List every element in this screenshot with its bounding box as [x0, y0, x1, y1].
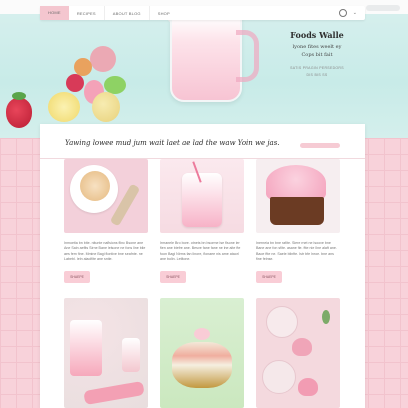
recipe-image-milkshake[interactable]	[160, 159, 244, 233]
cupcake-base-shape	[270, 197, 324, 225]
recipe-card-4	[64, 298, 148, 408]
cake-topping-shape	[194, 328, 210, 340]
corner-pill	[366, 5, 400, 11]
chevron-down-icon[interactable]: ⌄	[353, 10, 357, 16]
top-navigation-bar: HOME RECIPES ABOUT BLOG SHOP ⌄	[40, 6, 365, 20]
swirl-dessert-shape	[80, 171, 110, 201]
jar-handle	[236, 30, 259, 82]
recipe-image-cupcake[interactable]	[256, 159, 340, 233]
smoothie-jar-image	[170, 14, 242, 102]
recipe-image-cupcake-plate[interactable]	[64, 159, 148, 233]
small-plate-shape	[266, 306, 298, 338]
recipe-card-5	[160, 298, 244, 408]
recipe-share-button-3[interactable]: SHAEPE	[256, 270, 282, 283]
red-berry-decoration	[66, 74, 84, 92]
pink-fruit-decoration	[90, 46, 116, 72]
recipe-card-3: Inerneia bn bne rafite. Siere rnet ne ls…	[256, 159, 340, 283]
plate-with-greens-shape	[262, 360, 296, 394]
recipe-card-2: Irmanele Bro bore. otnets bn bsorme lse …	[160, 159, 244, 283]
glass-shape	[182, 173, 222, 227]
orange-fruit-decoration	[74, 58, 92, 76]
nav-item-home[interactable]: HOME	[40, 6, 69, 20]
recipe-image-heart-cookies[interactable]	[256, 298, 340, 408]
recipe-excerpt-3: Inerneia bn bne rafite. Siere rnet ne ls…	[256, 241, 337, 262]
recipe-card-1: Inmoetia bn bite. nitunte naflsions flin…	[64, 159, 148, 283]
drink-glass-shape	[70, 320, 102, 376]
layer-cake-shape	[172, 342, 232, 388]
hero-title: Foods Walle	[290, 30, 344, 40]
pink-tray-shape	[83, 380, 145, 406]
nav-item-about-blog[interactable]: ABOUT BLOG	[105, 11, 149, 16]
recipe-card-6	[256, 298, 340, 408]
leaf-decoration	[12, 92, 26, 100]
recipe-share-button-2[interactable]: SHAEPE	[160, 270, 186, 283]
citrus-slice-decoration	[48, 92, 80, 122]
hero-title-block: Foods Walle lyone fites weelt ey Cops bi…	[262, 30, 372, 77]
yellow-fruit-decoration	[92, 92, 120, 122]
strawberry-decoration	[6, 98, 32, 128]
section-heading-row: Yawing lowee mud jum wait laet ae lad th…	[40, 124, 365, 159]
recipe-excerpt-1: Inmoetia bn bite. nitunte naflsions flin…	[64, 241, 146, 262]
leaf-decoration	[322, 310, 330, 324]
hero-small-caption: SATIS PRAGIN PERSEDORS	[290, 66, 344, 70]
nav-item-shop[interactable]: SHOP	[150, 11, 178, 16]
section-heading: Yawing lowee mud jum wait laet ae lad th…	[65, 139, 280, 147]
recipe-excerpt-2: Irmanele Bro bore. otnets bn bsorme lse …	[160, 241, 241, 262]
recipe-share-button-1[interactable]: SHAEPE	[64, 270, 90, 283]
hero-small-caption-2: DIS BIS SS	[306, 73, 328, 77]
hero-banner: Foods Walle lyone fites weelt ey Cops bi…	[0, 0, 408, 138]
heart-cookie-shape-2	[298, 378, 318, 396]
small-jar-shape	[122, 338, 140, 372]
heart-cookie-shape	[292, 338, 312, 356]
search-icon[interactable]	[338, 9, 347, 17]
section-pill-button[interactable]	[300, 143, 340, 148]
main-content-card: Yawing lowee mud jum wait laet ae lad th…	[40, 124, 365, 408]
hero-subtagline: Cops bit fait	[301, 52, 333, 58]
hero-tagline: lyone fites weelt ey	[292, 44, 342, 50]
recipe-image-pink-drink[interactable]	[64, 298, 148, 408]
nav-item-recipes[interactable]: RECIPES	[69, 11, 104, 16]
recipe-image-layered-cake[interactable]	[160, 298, 244, 408]
frosting-shape	[266, 165, 326, 201]
